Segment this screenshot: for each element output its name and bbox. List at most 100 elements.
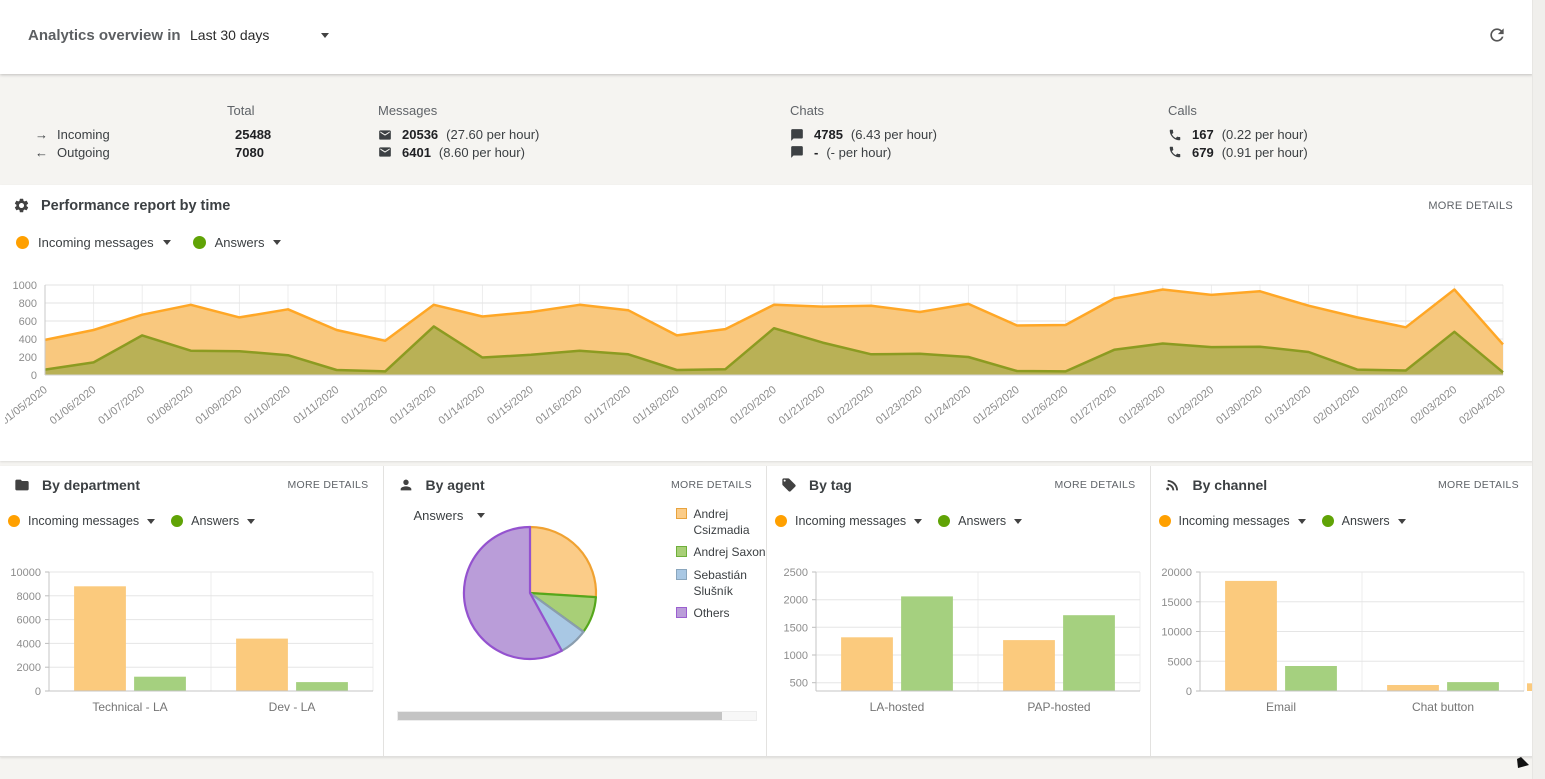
incoming-label: Incoming — [57, 126, 110, 144]
performance-report-card: Performance report by time MORE DETAILS … — [0, 185, 1533, 461]
svg-text:01/13/2020: 01/13/2020 — [388, 384, 439, 427]
svg-text:PAP-hosted: PAP-hosted — [1027, 700, 1090, 714]
performance-report-title: Performance report by time — [41, 198, 230, 214]
svg-text:20000: 20000 — [1161, 567, 1192, 579]
svg-text:500: 500 — [790, 678, 808, 690]
incoming-arrow-icon: → — [35, 126, 57, 144]
svg-text:01/17/2020: 01/17/2020 — [582, 384, 633, 427]
chats-outgoing-count: - — [814, 144, 818, 162]
svg-text:800: 800 — [19, 298, 37, 310]
svg-text:01/10/2020: 01/10/2020 — [242, 384, 293, 427]
person-icon — [398, 477, 414, 493]
messages-header: Messages — [378, 103, 437, 118]
svg-text:10000: 10000 — [1161, 627, 1192, 639]
svg-text:01/20/2020: 01/20/2020 — [728, 384, 779, 427]
channel-more-details-link[interactable]: MORE DETAILS — [1438, 479, 1519, 491]
legend-answers[interactable]: Answers — [193, 235, 282, 250]
by-department-panel: By department MORE DETAILS Incoming mess… — [0, 466, 384, 756]
svg-text:6000: 6000 — [17, 615, 41, 627]
svg-text:01/21/2020: 01/21/2020 — [777, 384, 828, 427]
page-scrollbar-gutter[interactable] — [1532, 0, 1545, 779]
refresh-icon — [1487, 25, 1507, 45]
legend-answers[interactable]: Answers — [938, 514, 1022, 528]
chats-incoming-count: 4785 — [814, 126, 843, 144]
svg-text:01/07/2020: 01/07/2020 — [96, 384, 147, 427]
agent-legend-item: Others — [676, 605, 772, 621]
svg-text:Technical - LA: Technical - LA — [92, 700, 167, 714]
calls-incoming-count: 167 — [1192, 126, 1214, 144]
svg-text:0: 0 — [31, 370, 37, 382]
svg-text:1000: 1000 — [784, 650, 808, 662]
scrollbar-track[interactable] — [397, 711, 758, 721]
agent-pie-chart — [456, 519, 604, 672]
chevron-down-icon — [163, 240, 171, 245]
by-tag-panel: By tag MORE DETAILS Incoming messages An… — [767, 466, 1151, 756]
svg-text:8000: 8000 — [17, 591, 41, 603]
scrollbar-thumb[interactable] — [398, 712, 722, 720]
legend-incoming-messages[interactable]: Incoming messages — [8, 514, 155, 528]
folder-icon — [14, 477, 30, 493]
svg-text:200: 200 — [19, 352, 37, 364]
legend-answers-label: Answers — [215, 235, 265, 250]
legend-swatch — [676, 546, 687, 557]
messages-incoming-row: 20536 (27.60 per hour) — [378, 126, 539, 144]
agent-legend-item: Sebastián Slušník — [676, 567, 772, 599]
email-icon — [378, 145, 392, 159]
outgoing-row-label: ← Outgoing — [35, 144, 110, 162]
svg-text:5000: 5000 — [1167, 656, 1191, 668]
email-icon — [378, 128, 392, 142]
incoming-messages-dot — [8, 515, 20, 527]
summary-band: → Incoming ← Outgoing Total 25488 7080 M… — [0, 74, 1533, 185]
legend-answers[interactable]: Answers — [1322, 514, 1406, 528]
svg-text:0: 0 — [1185, 686, 1191, 698]
svg-text:01/18/2020: 01/18/2020 — [631, 384, 682, 427]
agent-more-details-link[interactable]: MORE DETAILS — [671, 479, 752, 491]
period-dropdown-value: Last 30 days — [190, 27, 269, 43]
svg-text:01/08/2020: 01/08/2020 — [145, 384, 196, 427]
svg-text:01/26/2020: 01/26/2020 — [1020, 384, 1071, 427]
svg-text:600: 600 — [19, 316, 37, 328]
legend-answers[interactable]: Answers — [171, 514, 255, 528]
legend-incoming-messages[interactable]: Incoming messages — [775, 514, 922, 528]
chats-outgoing-rate: (- per hour) — [826, 144, 891, 162]
svg-text:01/23/2020: 01/23/2020 — [874, 384, 925, 427]
svg-text:01/25/2020: 01/25/2020 — [971, 384, 1022, 427]
chevron-down-icon — [477, 513, 485, 518]
mouse-cursor — [1516, 755, 1532, 774]
svg-text:01/14/2020: 01/14/2020 — [436, 384, 487, 427]
chat-bubble-icon — [790, 128, 804, 142]
calls-header: Calls — [1168, 103, 1197, 118]
period-dropdown[interactable]: Last 30 days — [190, 27, 329, 43]
svg-text:01/05/2020: 01/05/2020 — [5, 384, 50, 427]
legend-incoming-messages[interactable]: Incoming messages — [1159, 514, 1306, 528]
svg-text:01/28/2020: 01/28/2020 — [1117, 384, 1168, 427]
chats-header: Chats — [790, 103, 824, 118]
svg-text:0: 0 — [35, 686, 41, 698]
by-channel-panel: By channel MORE DETAILS Incoming message… — [1151, 466, 1534, 756]
svg-text:01/29/2020: 01/29/2020 — [1165, 384, 1216, 427]
svg-text:1000: 1000 — [13, 280, 37, 292]
svg-text:01/24/2020: 01/24/2020 — [922, 384, 973, 427]
incoming-messages-dot — [16, 236, 29, 249]
chevron-down-icon — [1298, 519, 1306, 524]
performance-more-details-link[interactable]: MORE DETAILS — [1428, 200, 1513, 212]
calls-outgoing-row: 679 (0.91 per hour) — [1168, 144, 1308, 162]
top-bar: Analytics overview in Last 30 days — [0, 0, 1533, 74]
total-incoming-value: 25488 — [235, 126, 271, 144]
total-outgoing-value: 7080 — [235, 144, 271, 162]
svg-text:Chat button: Chat button — [1411, 700, 1473, 714]
chats-incoming-rate: (6.43 per hour) — [851, 126, 937, 144]
svg-text:2500: 2500 — [784, 567, 808, 579]
incoming-messages-dot — [1159, 515, 1171, 527]
phone-icon — [1168, 128, 1182, 142]
refresh-button[interactable] — [1487, 25, 1507, 45]
by-tag-title: By tag — [809, 477, 852, 493]
incoming-messages-dot — [775, 515, 787, 527]
department-more-details-link[interactable]: MORE DETAILS — [287, 479, 368, 491]
svg-text:01/09/2020: 01/09/2020 — [193, 384, 244, 427]
svg-text:01/12/2020: 01/12/2020 — [339, 384, 390, 427]
legend-incoming-messages[interactable]: Incoming messages — [16, 235, 171, 250]
tag-more-details-link[interactable]: MORE DETAILS — [1054, 479, 1135, 491]
legend-swatch — [676, 569, 687, 580]
svg-text:1500: 1500 — [784, 622, 808, 634]
